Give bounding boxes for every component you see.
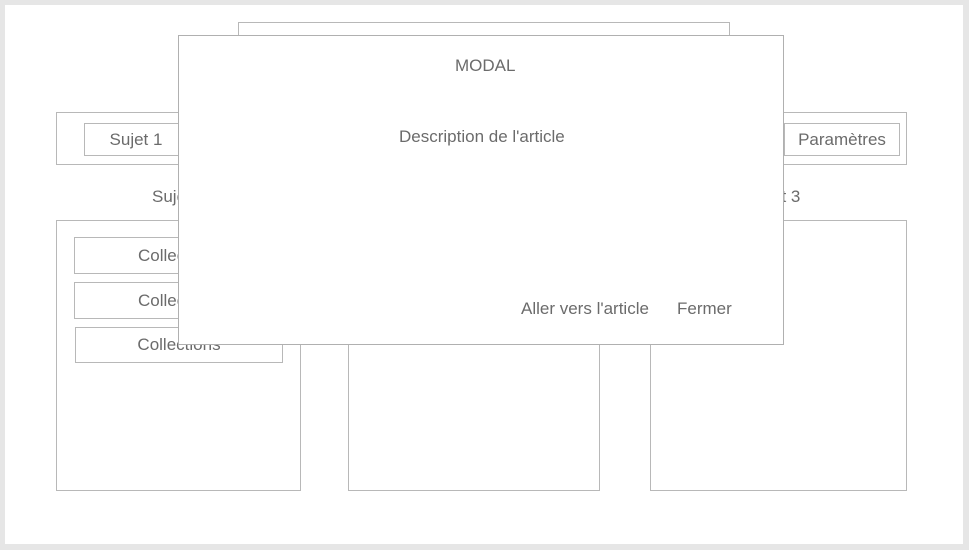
go-to-article-link[interactable]: Aller vers l'article: [521, 299, 649, 319]
nav-topic-1-button[interactable]: Sujet 1: [84, 123, 188, 156]
modal-title: MODAL: [455, 56, 516, 75]
modal-description: Description de l'article: [399, 127, 565, 146]
close-modal-link[interactable]: Fermer: [677, 299, 732, 319]
settings-button[interactable]: Paramètres: [784, 123, 900, 156]
article-modal: MODAL Description de l'article Aller ver…: [178, 35, 784, 345]
